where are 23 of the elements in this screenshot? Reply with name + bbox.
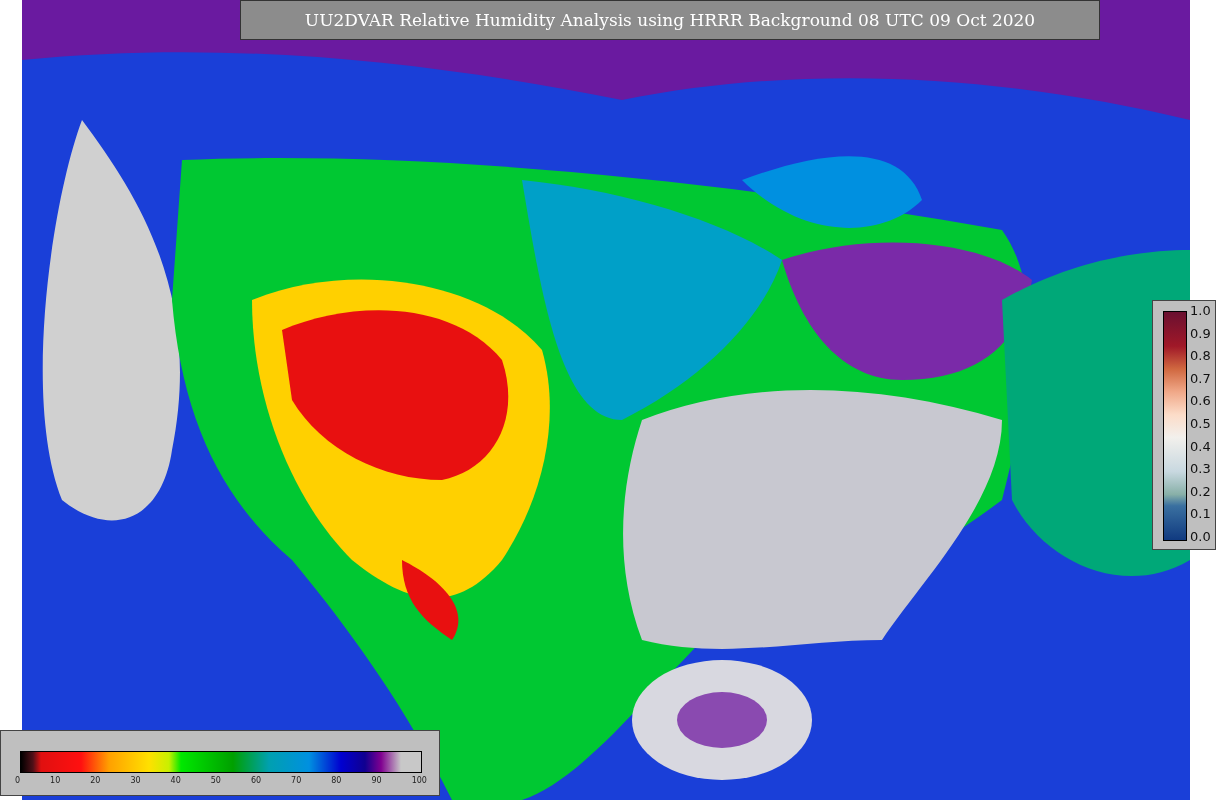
colorbar-tick-label: 50: [210, 776, 221, 785]
colorbar-tick-label: 0.7: [1190, 371, 1211, 386]
colorbar-tick-label: 0.6: [1190, 394, 1211, 409]
colorbar-tick-label: 70: [291, 776, 302, 785]
colorbar-tick-label: 80: [331, 776, 342, 785]
colorbar-tick-label: 1.0: [1190, 304, 1211, 318]
colorbar-tick-label: 40: [170, 776, 181, 785]
colorbar-tick-label: 0.2: [1190, 484, 1211, 499]
map-title: UU2DVAR Relative Humidity Analysis using HRRR Background 08 UTC 09 Oct 2020: [240, 0, 1100, 40]
colorbar-tick-label: 90: [371, 776, 382, 785]
colorbar-tick-label: 0.9: [1190, 326, 1211, 341]
colorbar-tick-label: 0.4: [1190, 439, 1211, 454]
colorbar-tick-label: 30: [130, 776, 141, 785]
colorbar-tick-label: 60: [250, 776, 262, 785]
colorbar-tick-label: 0.1: [1190, 507, 1211, 522]
colorbar-tick-label: 0.0: [1190, 529, 1211, 544]
colorbar-tick-label: 0.8: [1190, 349, 1211, 364]
colorbar-tick-label: 0: [15, 776, 21, 785]
colorbar-tick-label: 0.3: [1190, 462, 1211, 477]
colorbar-tick-label: 0.5: [1190, 416, 1211, 431]
colorbar-tick-label: 100: [411, 776, 427, 785]
colorbar-tick-label: 20: [90, 776, 101, 785]
colorbar-tick-label: 10: [50, 776, 61, 785]
